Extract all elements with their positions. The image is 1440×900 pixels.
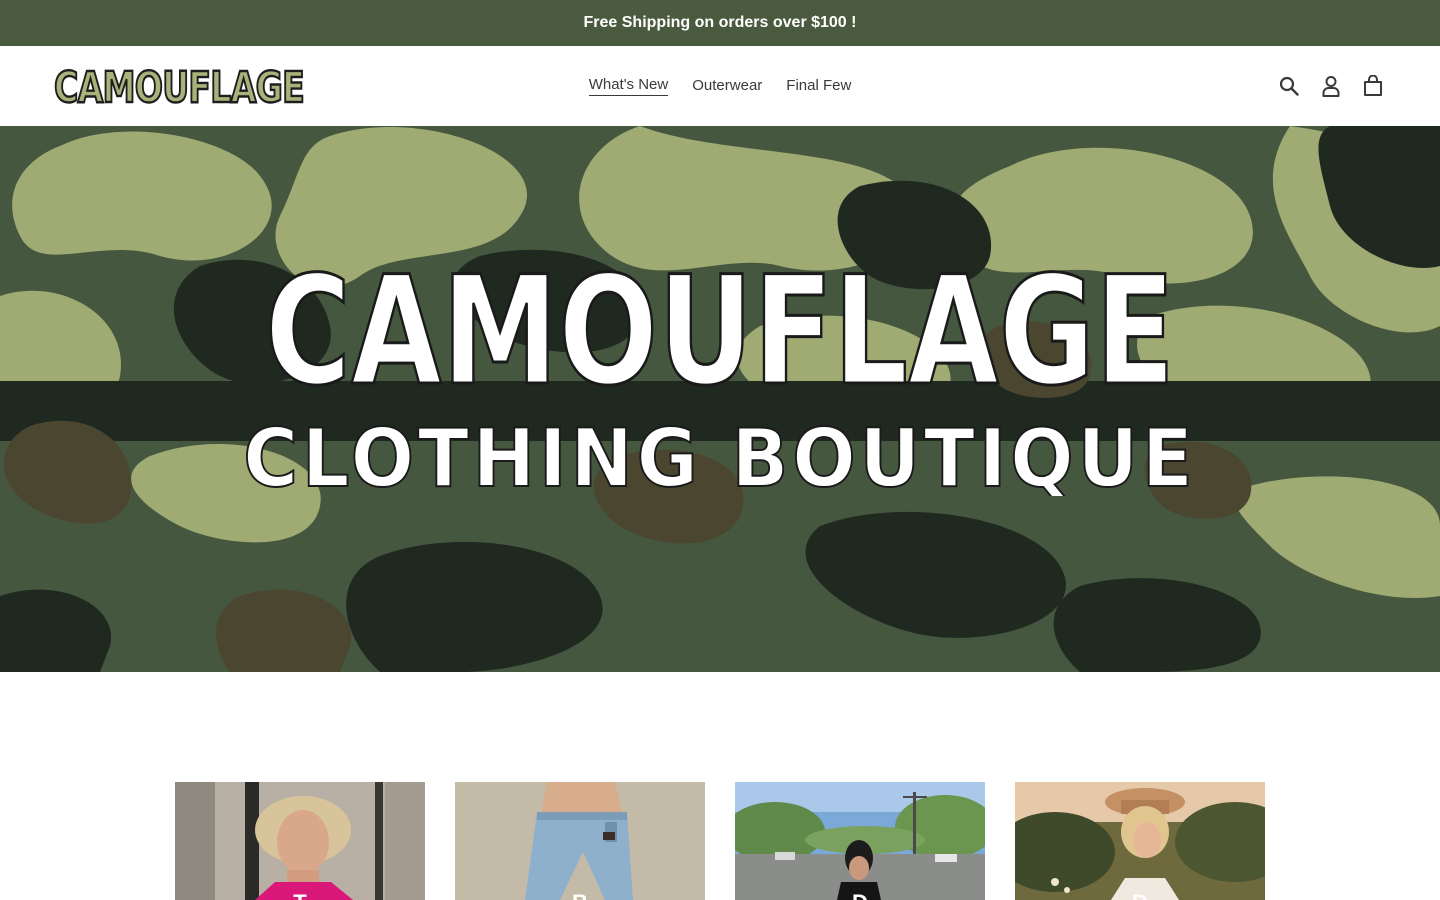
collection-image-3 [735,782,985,900]
nav-whats-new[interactable]: What's New [588,76,669,96]
nav-outerwear[interactable]: Outerwear [692,77,762,96]
collection-image-2 [455,782,705,900]
site-header: CAMOUFLAGE What's New Outerwear Final Fe… [0,46,1440,126]
collection-image-1 [175,782,425,900]
hero-banner[interactable]: CAMOUFLAGE CLOTHING BOUTIQUE [0,126,1440,672]
store-logo[interactable]: CAMOUFLAGE [52,58,310,114]
collection-card-2[interactable]: B [455,782,705,900]
collection-label-4: D [1015,890,1265,900]
collection-card-1[interactable]: T [175,782,425,900]
collection-label-3: D [735,890,985,900]
hero-subtitle: CLOTHING BOUTIQUE [0,416,1440,496]
header-icons [1278,72,1384,100]
logo-text: CAMOUFLAGE [54,63,304,113]
collection-image-4 [1015,782,1265,900]
hero-title: CAMOUFLAGE [0,258,1440,418]
hero-title-text: CAMOUFLAGE [265,258,1175,418]
hero-subtitle-text: CLOTHING BOUTIQUE [243,416,1196,496]
collection-label-2: B [455,890,705,900]
collection-grid: T B D [175,782,1265,900]
announcement-text: Free Shipping on orders over $100 ! [583,14,857,31]
nav-final-few[interactable]: Final Few [786,77,851,96]
search-icon[interactable] [1278,74,1300,98]
collection-label-1: T [175,890,425,900]
collection-card-3[interactable]: D [735,782,985,900]
announcement-bar: Free Shipping on orders over $100 ! [0,0,1440,46]
cart-icon[interactable] [1362,74,1384,98]
collection-card-4[interactable]: D [1015,782,1265,900]
account-icon[interactable] [1320,74,1342,98]
